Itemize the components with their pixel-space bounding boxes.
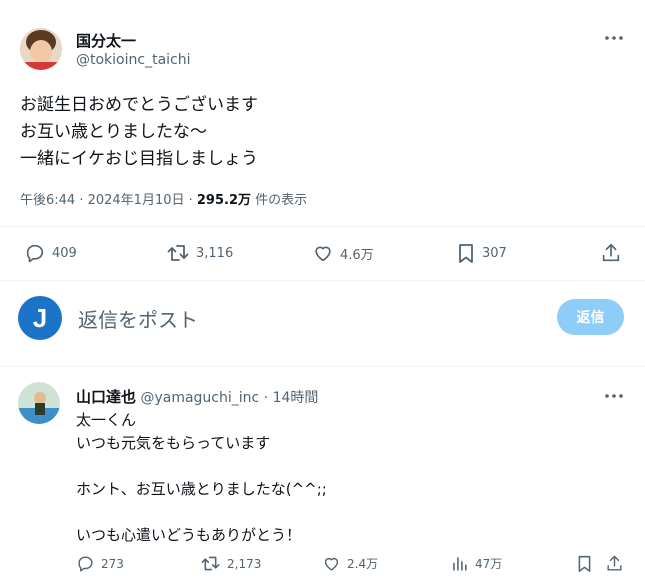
like-button[interactable]: 4.6万 <box>312 242 374 264</box>
heart-icon <box>312 242 334 264</box>
tweet-text: お誕生日おめでとうございます お互い歳とりましたな〜 一緒にイケおじ目指しましょ… <box>20 92 258 173</box>
retweet-count: 2,173 <box>227 556 262 571</box>
handle[interactable]: @tokioinc_taichi <box>76 52 191 68</box>
heart-icon <box>322 554 341 573</box>
retweet-button[interactable]: 3,116 <box>166 242 233 264</box>
reply-line: 太一くん <box>76 411 137 429</box>
divider <box>0 366 645 367</box>
tweet-meta: 午後6:44 · 2024年1月10日 · 295.2万 件の表示 <box>20 189 307 208</box>
like-button[interactable]: 2.4万 <box>322 554 378 573</box>
reply-header: 山口達也 @yamaguchi_inc · 14時間 <box>76 386 318 407</box>
reply-count: 409 <box>52 245 77 261</box>
retweet-button[interactable]: 2,173 <box>200 554 261 573</box>
view-label: 件の表示 <box>251 193 308 208</box>
retweet-icon <box>166 242 190 264</box>
reply-line <box>76 455 327 478</box>
reply-submit-button[interactable]: 返信 <box>557 299 624 335</box>
divider <box>0 226 645 227</box>
reply-button[interactable]: 409 <box>24 242 77 264</box>
reply-line: いつも元気をもらっています <box>76 434 271 452</box>
reply-icon <box>24 242 46 264</box>
reply-avatar[interactable] <box>18 382 60 424</box>
bookmark-count: 307 <box>482 245 507 261</box>
views-count: 47万 <box>475 557 503 571</box>
reply-handle-time[interactable]: @yamaguchi_inc · 14時間 <box>140 390 318 406</box>
reply-line: ホント、お互い歳とりましたな(^^;; <box>76 480 327 498</box>
reply-line: いつも心遣いどうもありがとう！ <box>76 526 302 544</box>
reply-button[interactable]: 273 <box>76 554 124 573</box>
tweet-line: 一緒にイケおじ目指しましょう <box>20 149 258 169</box>
reply-count: 273 <box>101 556 124 571</box>
reply-text: 太一くん いつも元気をもらっています ホント、お互い歳とりましたな(^^;; い… <box>76 409 327 547</box>
display-name[interactable]: 国分太一 <box>76 30 136 51</box>
more-icon[interactable] <box>604 34 624 42</box>
avatar-letter: J <box>32 302 48 333</box>
avatar[interactable] <box>20 28 62 70</box>
views-button[interactable]: 47万 <box>450 554 502 573</box>
bookmark-icon <box>456 242 476 264</box>
like-count: 4.6万 <box>340 247 374 263</box>
reply-icon <box>76 554 95 573</box>
chart-icon <box>450 554 469 573</box>
like-count: 2.4万 <box>347 557 379 571</box>
bookmark-icon[interactable] <box>576 554 593 573</box>
view-count: 295.2万 <box>196 193 252 208</box>
more-icon[interactable] <box>604 392 624 400</box>
divider <box>0 280 645 281</box>
retweet-icon <box>200 554 221 573</box>
my-avatar[interactable]: J <box>18 296 62 340</box>
retweet-count: 3,116 <box>196 245 234 261</box>
tweet-line: お互い歳とりましたな〜 <box>20 122 207 142</box>
bookmark-button[interactable]: 307 <box>456 242 507 264</box>
reply-display-name[interactable]: 山口達也 <box>76 388 136 406</box>
share-icon[interactable] <box>600 242 622 264</box>
reply-input[interactable]: 返信をポスト <box>78 304 538 333</box>
tweet-line: お誕生日おめでとうございます <box>20 95 258 115</box>
timestamp[interactable]: 午後6:44 · 2024年1月10日 · <box>20 193 197 208</box>
reply-line <box>76 501 327 524</box>
share-icon[interactable] <box>605 554 624 573</box>
